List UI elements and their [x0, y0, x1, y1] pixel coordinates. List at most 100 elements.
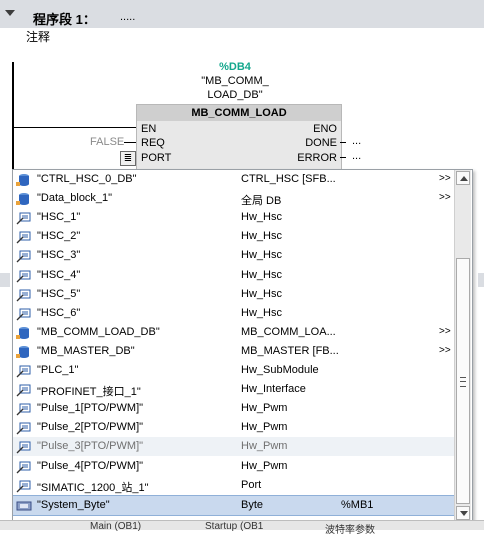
pin-done: DONE	[305, 137, 337, 149]
scroll-down-button[interactable]	[456, 506, 470, 520]
tag-address: %MB1	[341, 498, 374, 511]
done-output-value[interactable]: ...	[352, 135, 361, 147]
en-wire	[14, 127, 136, 128]
network-title-placeholder[interactable]: .....	[120, 11, 135, 23]
expand-chevron-icon[interactable]: >>	[439, 326, 451, 337]
hw-tag-icon	[16, 249, 32, 263]
tag-list-item[interactable]: "Pulse_2[PTO/PWM]" Hw_Pwm	[13, 418, 454, 437]
tag-list-item[interactable]: "HSC_1" Hw_Hsc	[13, 208, 454, 227]
tag-type: 全局 DB	[241, 195, 282, 208]
hw-tag-icon	[16, 364, 32, 378]
tag-type: Hw_Hsc	[241, 268, 282, 281]
pin-error: ERROR	[297, 152, 337, 164]
hw-tag-icon	[16, 307, 32, 321]
done-wire	[340, 142, 346, 143]
tag-type: Hw_Hsc	[241, 249, 282, 262]
tag-type: Hw_Pwm	[241, 402, 288, 415]
hw-tag-icon	[16, 421, 32, 435]
tag-list-item[interactable]: "PROFINET_接口_1" Hw_Interface	[13, 380, 454, 399]
tab-startup[interactable]: Startup (OB1	[205, 521, 263, 532]
tag-name: "PROFINET_接口_1"	[37, 386, 141, 399]
tag-list-item[interactable]: "CTRL_HSC_0_DB" CTRL_HSC [SFB... >>	[13, 170, 454, 189]
error-wire	[340, 157, 346, 158]
tag-name: "Data_block_1"	[37, 192, 113, 205]
network-comment[interactable]: 注释	[26, 28, 50, 45]
network2-header-fragment-right	[478, 273, 484, 287]
network-title: 程序段 1：	[33, 12, 96, 27]
tag-type: Hw_Pwm	[241, 459, 288, 472]
tag-name: "MB_MASTER_DB"	[37, 344, 135, 357]
hw-tag-icon	[16, 460, 32, 474]
tag-name: "Pulse_4[PTO/PWM]"	[37, 459, 144, 472]
tag-list-item[interactable]: "HSC_3" Hw_Hsc	[13, 246, 454, 265]
tag-list-item[interactable]: "MB_COMM_LOAD_DB" MB_COMM_LOA... >>	[13, 323, 454, 342]
tag-type: Hw_Hsc	[241, 230, 282, 243]
collapse-triangle-icon[interactable]	[5, 10, 15, 16]
tag-list-item[interactable]: "Data_block_1" 全局 DB >>	[13, 189, 454, 208]
db-icon	[16, 345, 32, 359]
tag-name: "HSC_3"	[37, 249, 81, 262]
tag-type: MB_COMM_LOA...	[241, 325, 336, 338]
tag-type: Hw_Pwm	[241, 421, 288, 434]
port-browse-button[interactable]: ≣	[120, 151, 136, 166]
tag-list-item[interactable]: "HSC_6" Hw_Hsc	[13, 304, 454, 323]
instance-db-address: %DB4	[219, 61, 251, 73]
tag-type: Hw_Hsc	[241, 211, 282, 224]
tag-name: "PLC_1"	[37, 364, 79, 376]
hw-tag-icon	[16, 269, 32, 283]
network-header: 程序段 1： .....	[0, 0, 484, 28]
tag-selection-dropdown[interactable]: "CTRL_HSC_0_DB" CTRL_HSC [SFB... >> "Data_b…	[12, 169, 473, 524]
pin-eno: ENO	[313, 123, 337, 135]
tag-name: "HSC_6"	[37, 306, 81, 319]
tag-name: "Pulse_1[PTO/PWM]"	[37, 402, 144, 415]
tag-name: "Pulse_2[PTO/PWM]"	[37, 421, 144, 434]
tag-name: "HSC_2"	[37, 230, 81, 243]
db-icon	[16, 192, 32, 206]
tag-list-item[interactable]: "PLC_1" Hw_SubModule	[13, 361, 454, 380]
expand-chevron-icon[interactable]: >>	[439, 173, 451, 184]
hw-tag-icon	[16, 440, 32, 454]
tag-list-item[interactable]: "Pulse_3[PTO/PWM]" Hw_Pwm	[13, 437, 454, 457]
tag-type: Hw_SubModule	[241, 364, 319, 376]
tag-type: Hw_Hsc	[241, 287, 282, 300]
tag-list-item[interactable]: "Pulse_4[PTO/PWM]" Hw_Pwm	[13, 457, 454, 476]
hw-tag-icon	[16, 402, 32, 416]
tag-name: "HSC_1"	[37, 211, 81, 224]
hw-tag-icon	[16, 383, 32, 397]
expand-chevron-icon[interactable]: >>	[439, 192, 451, 203]
tag-list-item[interactable]: "MB_MASTER_DB" MB_MASTER [FB... >>	[13, 342, 454, 361]
tag-type: CTRL_HSC [SFB...	[241, 173, 336, 185]
tag-type: Hw_Hsc	[241, 306, 282, 319]
grip-icon	[460, 377, 466, 387]
list-icon: ≣	[123, 153, 133, 164]
tag-name: "SIMATIC_1200_站_1"	[37, 481, 149, 494]
pin-en: EN	[141, 123, 157, 135]
req-wire	[124, 142, 136, 143]
block-title: MB_COMM_LOAD	[137, 105, 341, 121]
instance-db-name-line2[interactable]: LOAD_DB"	[170, 89, 300, 101]
plc-tag-icon	[16, 499, 32, 513]
error-output-value[interactable]: ...	[352, 150, 361, 162]
tag-list-item[interactable]: "HSC_4" Hw_Hsc	[13, 266, 454, 285]
tag-type: Hw_Pwm	[241, 440, 288, 453]
req-parameter-value[interactable]: FALSE	[90, 136, 124, 148]
tag-list-item[interactable]: "HSC_5" Hw_Hsc	[13, 285, 454, 304]
hw-tag-icon	[16, 211, 32, 225]
expand-chevron-icon[interactable]: >>	[439, 345, 451, 356]
tag-list-item[interactable]: "Pulse_1[PTO/PWM]" Hw_Pwm	[13, 399, 454, 418]
tag-name: "MB_COMM_LOAD_DB"	[37, 325, 160, 338]
tag-list-item[interactable]: "SIMATIC_1200_站_1" Port	[13, 476, 454, 495]
tag-list-item[interactable]: "System_Byte" Byte %MB1	[13, 494, 454, 516]
vertical-scrollbar[interactable]	[454, 170, 471, 521]
tag-name: "Pulse_3[PTO/PWM]"	[37, 440, 144, 453]
pin-port: PORT	[141, 152, 172, 164]
instance-db-name-line1[interactable]: "MB_COMM_	[170, 75, 300, 87]
tag-list-item[interactable]: "HSC_2" Hw_Hsc	[13, 227, 454, 246]
tag-type: MB_MASTER [FB...	[241, 344, 339, 357]
scroll-up-button[interactable]	[456, 171, 470, 185]
tag-name: "System_Byte"	[37, 498, 110, 511]
scroll-thumb[interactable]	[456, 258, 470, 504]
function-block-mb-comm-load[interactable]: MB_COMM_LOAD EN REQ PORT ENO DONE ERROR	[136, 104, 342, 170]
tab-main-ob1[interactable]: Main (OB1)	[90, 521, 141, 532]
db-icon	[16, 326, 32, 340]
